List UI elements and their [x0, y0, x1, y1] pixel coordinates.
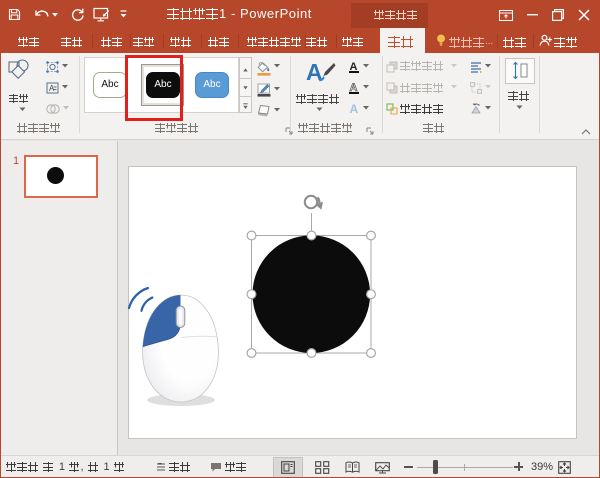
svg-text:A: A [49, 84, 55, 93]
svg-text:A: A [350, 102, 359, 115]
